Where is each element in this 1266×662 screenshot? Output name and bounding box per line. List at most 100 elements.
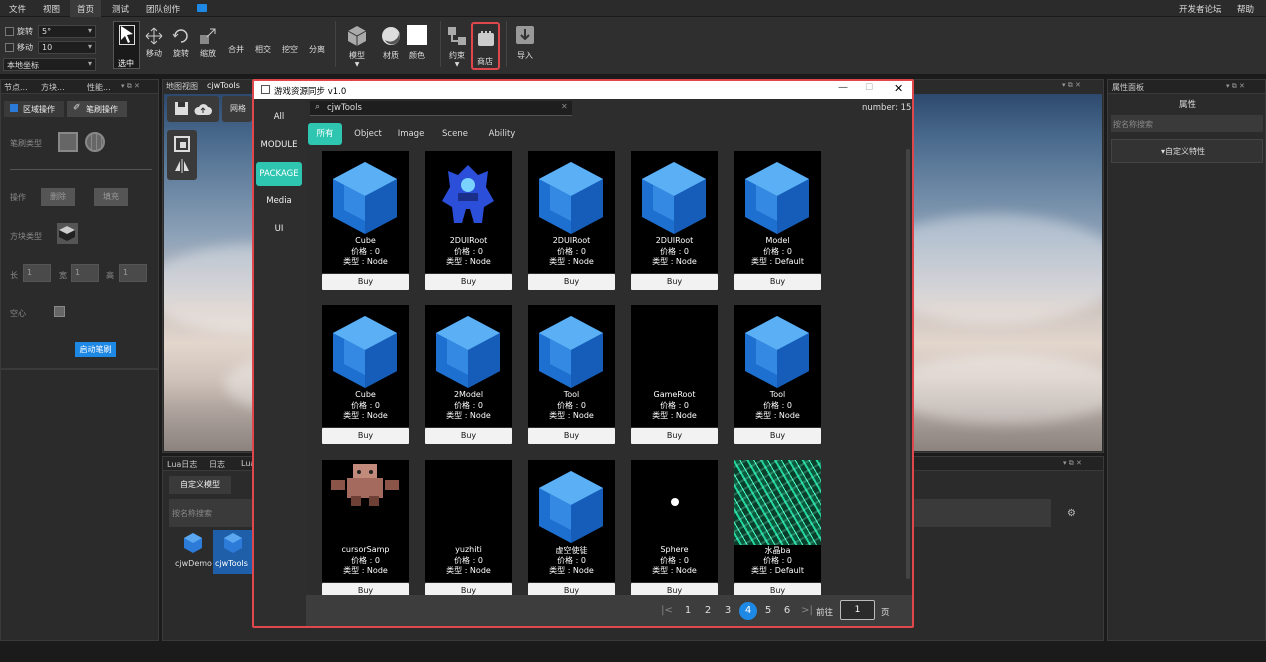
minimize-icon[interactable]: — <box>838 82 848 93</box>
maximize-icon[interactable]: ☐ <box>865 83 873 93</box>
tab-lua-log[interactable]: Lua日志 <box>167 459 197 470</box>
width-input[interactable]: 1 <box>71 264 99 282</box>
square-brush-icon[interactable] <box>58 132 78 152</box>
grid-button[interactable]: 网格 <box>222 96 252 122</box>
side-item-media[interactable]: Media <box>256 189 302 213</box>
close-icon[interactable]: ✕ <box>894 82 903 95</box>
tab-cjwtools[interactable]: cjwTools <box>207 81 240 90</box>
tab-log[interactable]: 日志 <box>209 459 225 470</box>
menu-help[interactable]: 帮助 <box>1237 3 1254 15</box>
bottom-window-controls-icon[interactable]: ▾ ⧉ ✕ <box>1063 459 1082 468</box>
buy-button[interactable]: Buy <box>631 428 718 444</box>
buy-button[interactable]: Buy <box>425 274 512 290</box>
menu-dev-forum[interactable]: 开发者论坛 <box>1179 3 1222 15</box>
tab-node[interactable]: 节点... <box>4 82 28 93</box>
mirror-icon[interactable] <box>174 158 190 174</box>
buy-button[interactable]: Buy <box>631 274 718 290</box>
length-input[interactable]: 1 <box>23 264 51 282</box>
asset-card[interactable]: 2DUIRoot 价格 : 0 类型 : Node Buy <box>425 151 512 291</box>
side-item-module[interactable]: MODULE <box>256 133 302 157</box>
asset-search-input[interactable]: ⌕ cjwTools ✕ <box>310 101 572 116</box>
video-icon[interactable] <box>197 4 207 12</box>
import-button[interactable]: 导入 <box>514 25 536 61</box>
buy-button[interactable]: Buy <box>734 274 821 290</box>
side-item-ui[interactable]: UI <box>256 217 302 241</box>
page-5[interactable]: 5 <box>759 602 777 620</box>
right-window-controls-icon[interactable]: ▾ ⧉ ✕ <box>1226 82 1245 91</box>
buy-button[interactable]: Buy <box>322 428 409 444</box>
scale-tool-button[interactable]: 缩放 <box>197 27 219 59</box>
constraint-button[interactable]: 约束 ▼ <box>446 25 468 68</box>
page-6[interactable]: 6 <box>778 602 796 620</box>
category-scene[interactable]: Scene <box>438 123 472 145</box>
color-button[interactable]: 颜色 <box>406 25 428 61</box>
separate-button[interactable]: 分离 <box>309 44 325 55</box>
hollow-checkbox[interactable] <box>54 306 65 317</box>
tab-properties[interactable]: 属性面板 <box>1112 82 1144 93</box>
delete-button[interactable]: 删除 <box>41 188 75 206</box>
buy-button[interactable]: Buy <box>528 274 615 290</box>
menu-view[interactable]: 视图 <box>43 3 60 15</box>
sphere-brush-icon[interactable] <box>85 132 105 152</box>
page-2[interactable]: 2 <box>699 602 717 620</box>
rotate-step-select[interactable]: 5° <box>38 25 96 38</box>
fill-button[interactable]: 填充 <box>94 188 128 206</box>
cloud-upload-icon[interactable] <box>194 101 212 116</box>
start-brush-button[interactable]: 启动笔刷 <box>75 342 116 357</box>
asset-card[interactable]: 2DUIRoot 价格 : 0 类型 : Node Buy <box>528 151 615 291</box>
model-button[interactable]: 模型 ▼ <box>345 25 369 68</box>
asset-card[interactable]: cursorSamp 价格 : 0 类型 : Node Buy <box>322 460 409 600</box>
asset-card[interactable]: Tool 价格 : 0 类型 : Node Buy <box>528 305 615 445</box>
side-item-package[interactable]: PACKAGE <box>256 162 302 186</box>
buy-button[interactable]: Buy <box>425 428 512 444</box>
asset-card[interactable]: 水晶ba 价格 : 0 类型 : Default Buy <box>734 460 821 600</box>
clear-search-icon[interactable]: ✕ <box>561 102 568 111</box>
buy-button[interactable]: Buy <box>322 274 409 290</box>
brush-op-tab[interactable]: ✐ 笔刷操作 <box>67 101 127 117</box>
first-page-icon[interactable]: |< <box>658 602 676 620</box>
property-search-input[interactable]: 按名称搜索 <box>1111 115 1263 132</box>
asset-card[interactable]: yuzhiti 价格 : 0 类型 : Node Buy <box>425 460 512 600</box>
tab-block[interactable]: 方块... <box>41 82 65 93</box>
buy-button[interactable]: Buy <box>734 428 821 444</box>
menu-home[interactable]: 首页 <box>70 0 102 17</box>
asset-card[interactable]: Cube 价格 : 0 类型 : Node Buy <box>322 151 409 291</box>
area-op-tab[interactable]: 区域操作 <box>4 101 64 117</box>
model-item-cjwdemo[interactable]: cjwDemo <box>175 532 212 572</box>
move-checkbox[interactable] <box>5 43 14 52</box>
material-button[interactable]: 材质 <box>380 25 402 61</box>
asset-card[interactable]: Model 价格 : 0 类型 : Default Buy <box>734 151 821 291</box>
block-cube-icon[interactable] <box>57 223 78 244</box>
menu-file[interactable]: 文件 <box>9 3 26 15</box>
subtract-button[interactable]: 挖空 <box>282 44 298 55</box>
tab-map-view[interactable]: 地图视图 <box>166 81 198 92</box>
select-tool-button[interactable]: 选中 <box>113 21 140 69</box>
move-tool-button[interactable]: 移动 <box>143 27 165 59</box>
category-image[interactable]: Image <box>394 123 428 145</box>
page-1[interactable]: 1 <box>679 602 697 620</box>
category-ability[interactable]: Ability <box>482 123 522 145</box>
asset-card[interactable]: 2DUIRoot 价格 : 0 类型 : Node Buy <box>631 151 718 291</box>
asset-card[interactable]: Cube 价格 : 0 类型 : Node Buy <box>322 305 409 445</box>
page-4[interactable]: 4 <box>739 602 757 620</box>
custom-model-tab[interactable]: 自定义模型 <box>169 476 231 494</box>
intersect-button[interactable]: 相交 <box>255 44 271 55</box>
page-3[interactable]: 3 <box>719 602 737 620</box>
asset-card[interactable]: Sphere 价格 : 0 类型 : Node Buy <box>631 460 718 600</box>
menu-team[interactable]: 团队创作 <box>146 3 180 15</box>
viewport-window-controls-icon[interactable]: ▾ ⧉ ✕ <box>1062 81 1081 90</box>
category-object[interactable]: Object <box>349 123 387 145</box>
asset-card[interactable]: GameRoot 价格 : 0 类型 : Node Buy <box>631 305 718 445</box>
last-page-icon[interactable]: >| <box>798 602 816 620</box>
goto-page-input[interactable]: 1 <box>840 600 875 620</box>
move-step-select[interactable]: 10 <box>38 41 96 54</box>
coord-select[interactable]: 本地坐标 <box>3 58 96 71</box>
asset-card[interactable]: 虚空使徒 价格 : 0 类型 : Node Buy <box>528 460 615 600</box>
category-all[interactable]: 所有 <box>308 123 342 145</box>
asset-card[interactable]: 2Model 价格 : 0 类型 : Node Buy <box>425 305 512 445</box>
tab-perf[interactable]: 性能... <box>87 82 111 93</box>
asset-card[interactable]: Tool 价格 : 0 类型 : Node Buy <box>734 305 821 445</box>
scrollbar[interactable] <box>906 149 910 579</box>
store-button[interactable]: 商店 <box>471 22 500 70</box>
settings-gear-icon[interactable]: ⚙ <box>1067 508 1076 519</box>
